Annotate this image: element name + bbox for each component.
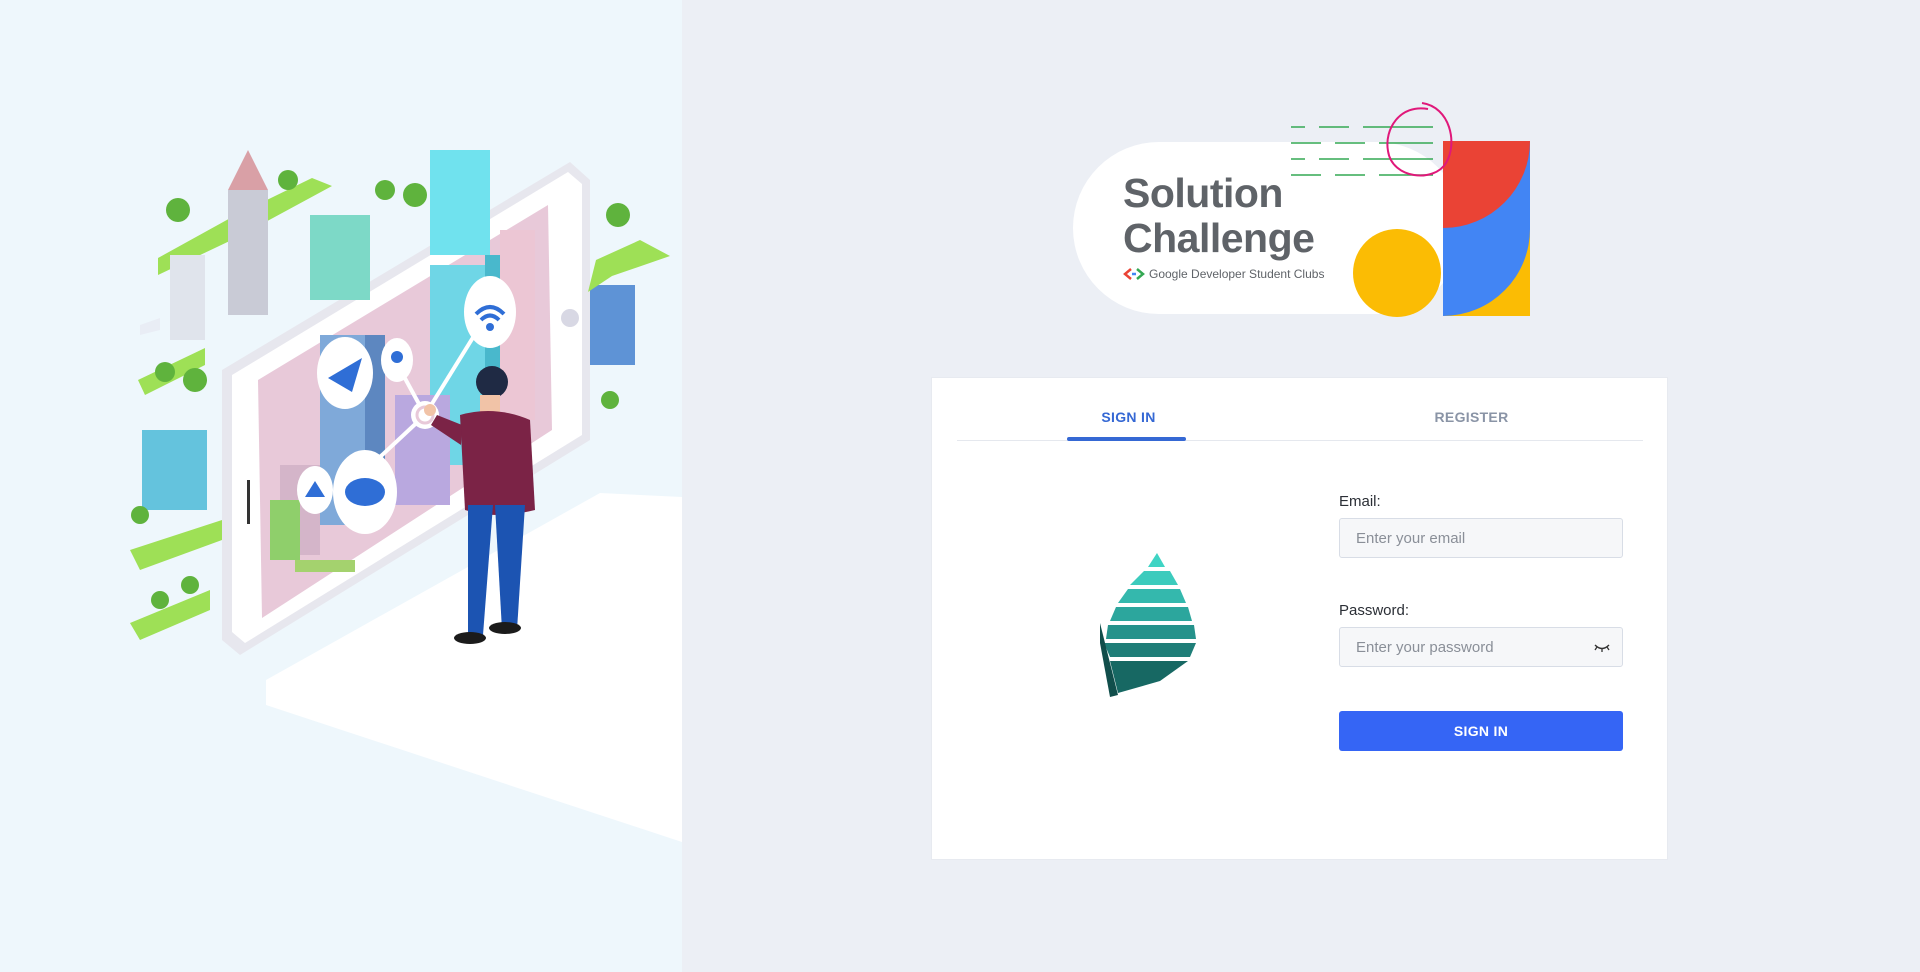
password-input[interactable]	[1340, 628, 1622, 666]
eye-closed-icon[interactable]	[1594, 640, 1610, 654]
sign-in-form: Email: Password: SIGN IN	[1339, 493, 1623, 751]
tab-sign-in[interactable]: SIGN IN	[957, 378, 1300, 441]
solution-challenge-banner: Solution Challenge Google Developer Stud…	[1073, 95, 1533, 320]
banner-title-line2: Challenge	[1123, 215, 1315, 261]
email-field-wrapper	[1339, 518, 1623, 558]
tab-register[interactable]: REGISTER	[1300, 378, 1643, 440]
banner-subtitle-row: Google Developer Student Clubs	[1123, 267, 1324, 281]
auth-tabs: SIGN IN REGISTER	[957, 378, 1643, 441]
gdsc-brackets-icon	[1123, 268, 1145, 280]
email-label: Email:	[1339, 493, 1381, 510]
hero-illustration	[0, 0, 682, 972]
password-field-wrapper	[1339, 627, 1623, 667]
banner-title-line1: Solution	[1123, 170, 1283, 216]
banner-subtitle: Google Developer Student Clubs	[1149, 267, 1325, 281]
auth-card: SIGN IN REGISTER Email: Password:	[931, 377, 1668, 860]
pyramid-logo	[1100, 553, 1196, 697]
sign-in-button[interactable]: SIGN IN	[1339, 711, 1623, 751]
smart-city-illustration	[130, 150, 682, 842]
email-input[interactable]	[1340, 519, 1622, 557]
password-label: Password:	[1339, 602, 1410, 619]
banner-title: Solution Challenge	[1123, 170, 1315, 261]
